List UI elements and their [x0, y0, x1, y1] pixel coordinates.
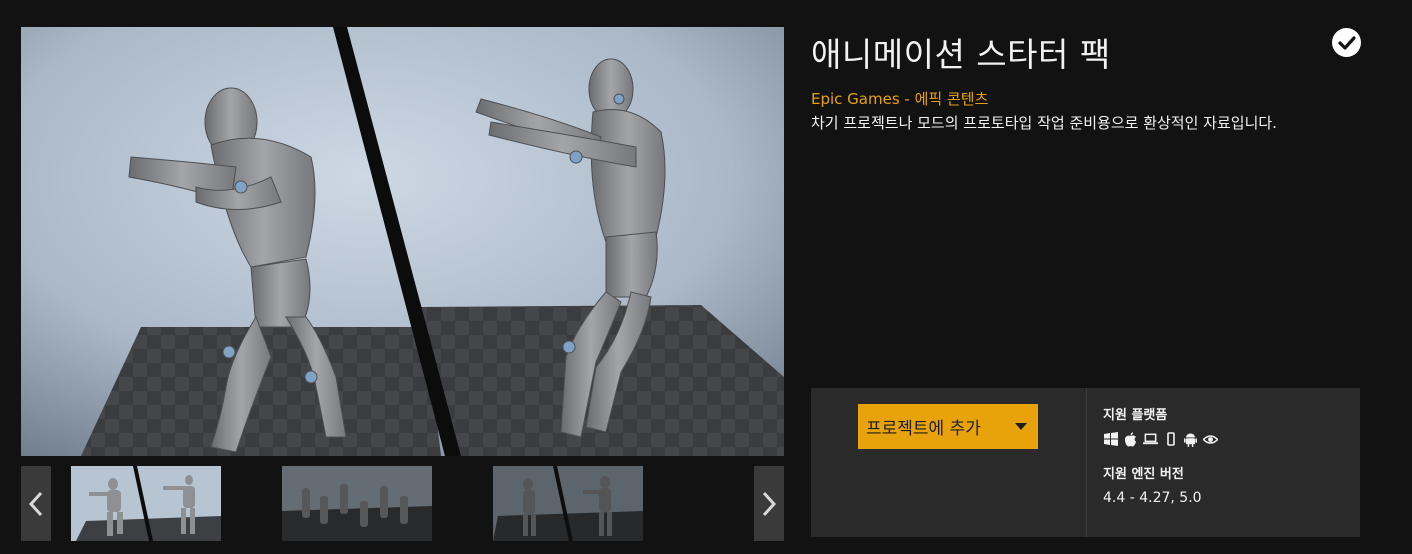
chevron-left-icon [29, 491, 43, 516]
platform-icons [1103, 431, 1218, 447]
engine-versions-value: 4.4 - 4.27, 5.0 [1103, 490, 1202, 506]
gallery-prev-button[interactable] [21, 466, 51, 541]
android-icon [1183, 432, 1198, 447]
main-preview-image [21, 27, 784, 456]
apple-icon [1123, 431, 1138, 446]
gallery-thumbnail[interactable] [282, 466, 432, 541]
gallery-thumbnail[interactable] [493, 466, 643, 541]
platforms-heading: 지원 플랫폼 [1103, 408, 1168, 423]
vr-eye-icon [1203, 432, 1218, 446]
product-description: 차기 프로젝트나 모드의 프로토타입 작업 준비용으로 환상적인 자료입니다. [811, 114, 1277, 132]
mobile-icon [1163, 432, 1178, 446]
windows-icon [1103, 432, 1118, 446]
add-to-project-label: 프로젝트에 추가 [866, 419, 981, 439]
gallery-thumbnail[interactable] [71, 466, 221, 541]
laptop-icon [1143, 432, 1158, 446]
panel-divider [1086, 388, 1087, 537]
seller-link[interactable]: Epic Games - 에픽 콘텐츠 [811, 88, 988, 109]
thumbnail-strip [21, 466, 784, 541]
caret-down-icon [1015, 423, 1027, 430]
add-to-project-button[interactable]: 프로젝트에 추가 [858, 404, 1038, 449]
engine-versions-heading: 지원 엔진 버전 [1103, 467, 1184, 482]
checkmark-circle-icon [1332, 28, 1361, 57]
product-title: 애니메이션 스타터 팩 [811, 35, 1111, 74]
chevron-right-icon [762, 491, 776, 516]
purchase-panel: 프로젝트에 추가 지원 플랫폼 지원 엔진 버전 4.4 - 4.27, 5.0 [811, 388, 1360, 537]
gallery-next-button[interactable] [754, 466, 784, 541]
